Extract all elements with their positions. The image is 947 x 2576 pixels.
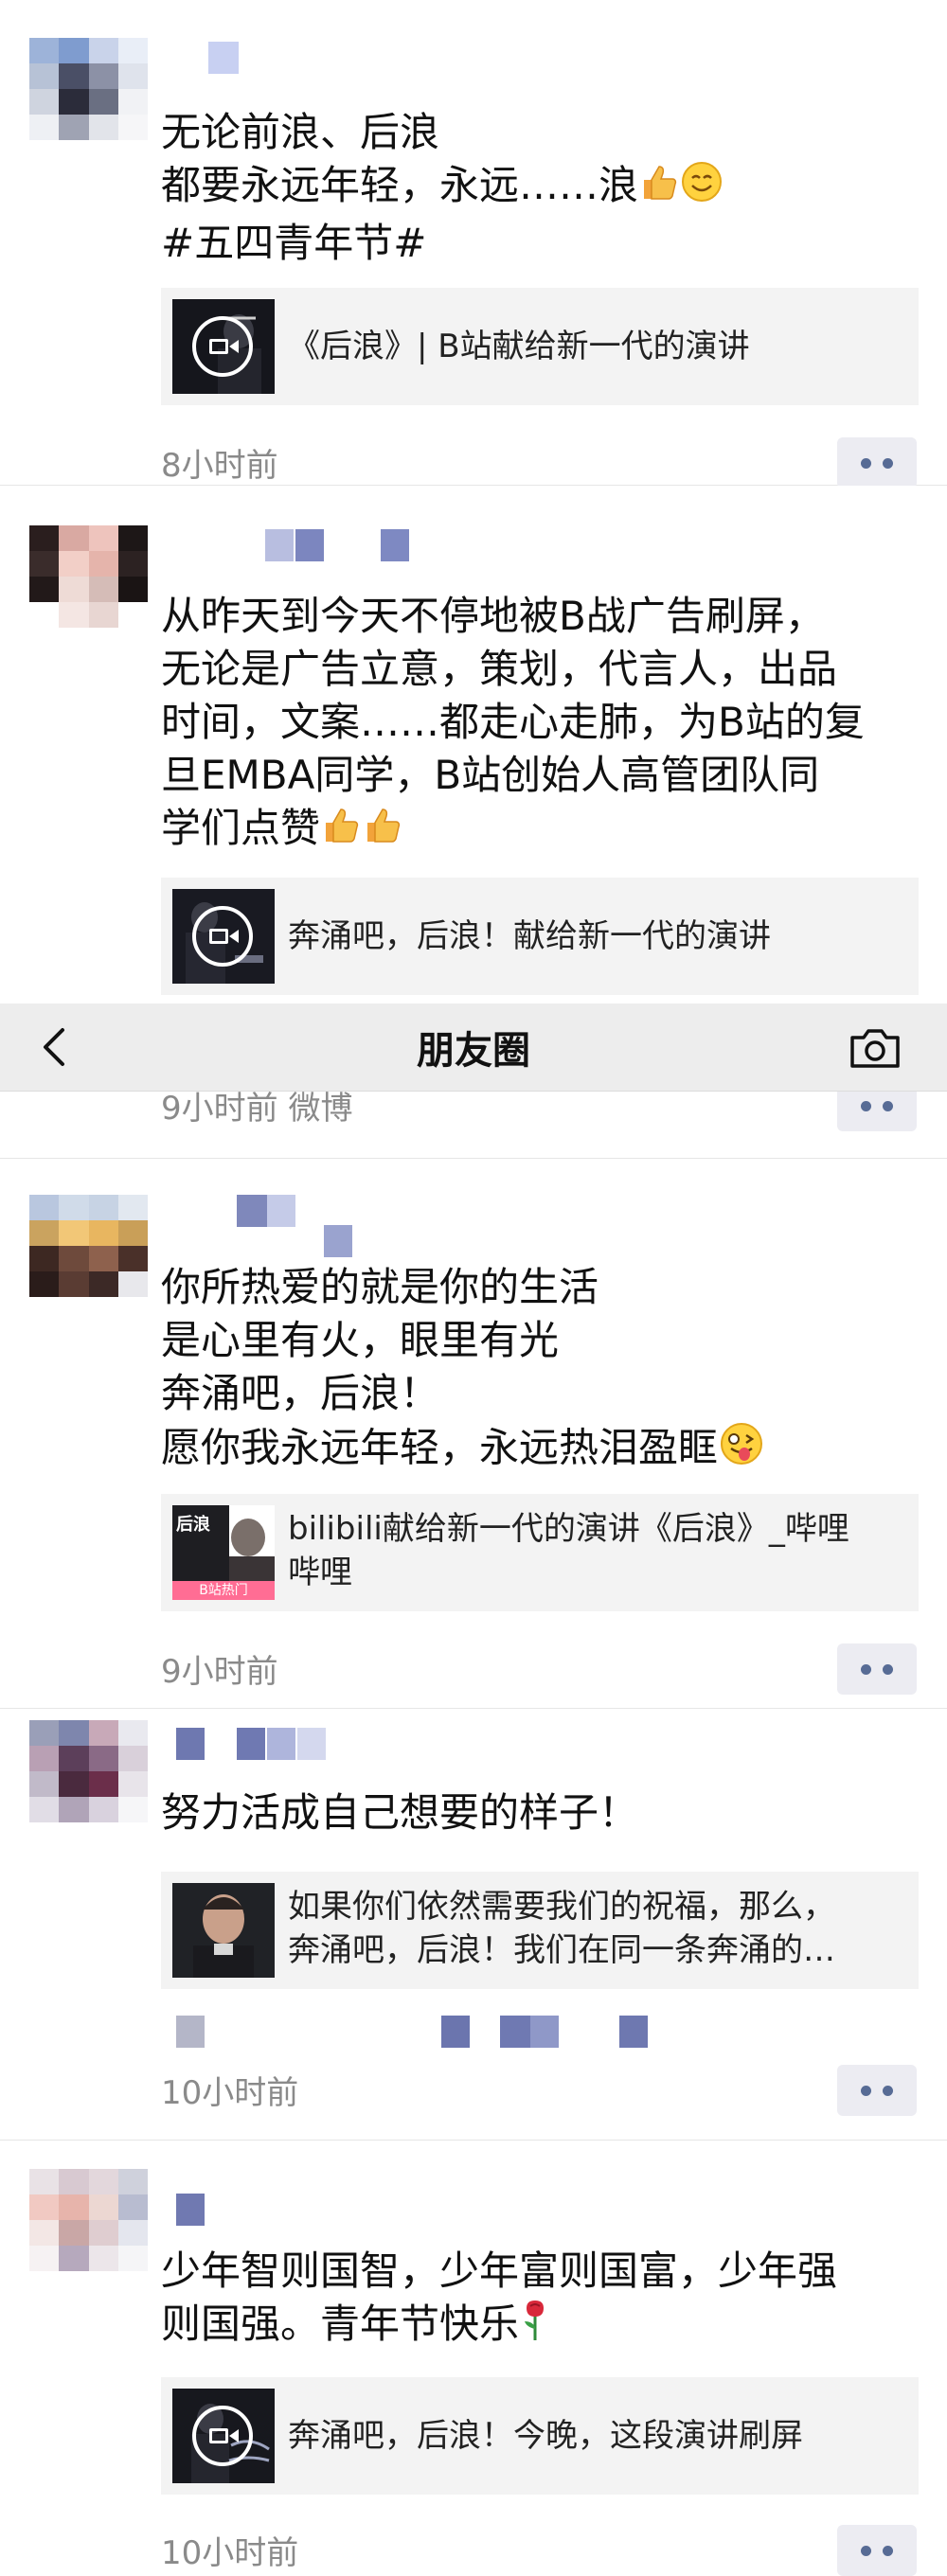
link-title: 《后浪》| B站献给新一代的演讲 [288, 328, 750, 365]
shared-link-card[interactable]: 奔涌吧，后浪！今晚，这段演讲刷屏 [161, 2377, 919, 2495]
thumbs-up-emoji [638, 161, 680, 216]
rose-emoji [519, 2299, 551, 2355]
moment-post-3: 你所热爱的就是你的生活 是心里有火，眼里有光 奔涌吧，后浪！ 愿你我永远年轻，永… [0, 1159, 947, 1709]
thumbs-up-emoji [362, 804, 403, 859]
video-thumbnail: 后浪 B站热门 [172, 1505, 275, 1600]
avatar[interactable] [29, 1195, 148, 1297]
username-blurred[interactable] [161, 1728, 398, 1760]
avatar[interactable] [29, 38, 148, 140]
thumbs-up-emoji [320, 804, 362, 859]
navbar-title: 朋友圈 [417, 1029, 530, 1073]
thumb-badge: B站热门 [199, 1583, 248, 1598]
camera-icon[interactable] [849, 1026, 902, 1070]
moments-navbar: 朋友圈 [0, 1004, 947, 1092]
shared-link-card[interactable]: 如果你们依然需要我们的祝福，那么， 奔涌吧，后浪！我们在同一条奔涌的… [161, 1872, 919, 1989]
more-dots-icon[interactable] [837, 2525, 917, 2576]
play-video-icon [192, 316, 253, 377]
video-thumbnail [172, 2389, 275, 2483]
link-title: 奔涌吧，后浪！今晚，这段演讲刷屏 [288, 2417, 803, 2455]
shared-link-card[interactable]: 《后浪》| B站献给新一代的演讲 [161, 288, 919, 405]
post-text: 从昨天到今天不停地被B战广告刷屏， 无论是广告立意，策划，代言人，出品 时间，文… [161, 590, 919, 859]
avatar[interactable] [29, 525, 148, 628]
username-blurred[interactable] [161, 1195, 407, 1257]
post-text: 努力活成自己想要的样子！ [161, 1789, 639, 1836]
link-title: 如果你们依然需要我们的祝福，那么， 奔涌吧，后浪！我们在同一条奔涌的… [288, 1888, 835, 1969]
avatar[interactable] [29, 2169, 148, 2271]
post-text: 你所热爱的就是你的生活 是心里有火，眼里有光 奔涌吧，后浪！ 愿你我永远年轻，永… [161, 1261, 919, 1481]
post-time: 8小时前 [161, 447, 278, 485]
post-time: 9小时前 [161, 1653, 278, 1691]
shared-link-card[interactable]: 奔涌吧，后浪！献给新一代的演讲 [161, 878, 919, 995]
more-dots-icon[interactable] [837, 1643, 917, 1695]
post-text: 少年智则国智，少年富则国富，少年强 则国强。青年节快乐 [161, 2245, 919, 2355]
username-blurred[interactable] [161, 42, 265, 74]
avatar[interactable] [29, 1720, 148, 1822]
post-text: 无论前浪、后浪 都要永远年轻，永远……浪 #五四青年节# [161, 106, 919, 270]
more-dots-icon[interactable] [837, 2065, 917, 2116]
smile-emoji [680, 160, 724, 217]
link-title: bilibili献给新一代的演讲《后浪》_哔哩 哔哩 [288, 1510, 849, 1591]
like-list-blurred [161, 2016, 653, 2048]
thumb-caption: 后浪 [176, 1515, 210, 1535]
more-dots-icon[interactable] [837, 437, 917, 489]
username-blurred[interactable] [161, 2194, 218, 2226]
play-video-icon [192, 2406, 253, 2466]
post-time: 10小时前 [161, 2534, 299, 2572]
video-thumbnail [172, 1883, 275, 1978]
post-time: 10小时前 [161, 2074, 299, 2112]
tongue-out-emoji [718, 1420, 765, 1481]
play-video-icon [192, 906, 253, 967]
shared-link-card[interactable]: 后浪 B站热门 bilibili献给新一代的演讲《后浪》_哔哩 哔哩 [161, 1494, 919, 1611]
username-blurred[interactable] [161, 529, 464, 561]
video-thumbnail [172, 889, 275, 984]
link-title: 奔涌吧，后浪！献给新一代的演讲 [288, 917, 771, 955]
moment-post-1: 无论前浪、后浪 都要永远年轻，永远……浪 #五四青年节# 《后浪》| B站献给新… [0, 0, 947, 489]
moment-post-5: 少年智则国智，少年富则国富，少年强 则国强。青年节快乐 奔涌吧，后浪！今晚，这段… [0, 2141, 947, 2576]
moment-post-4: 努力活成自己想要的样子！ 如果你们依然需要我们的祝福，那么， 奔涌吧，后浪！我们… [0, 1709, 947, 2141]
video-thumbnail [172, 299, 275, 394]
